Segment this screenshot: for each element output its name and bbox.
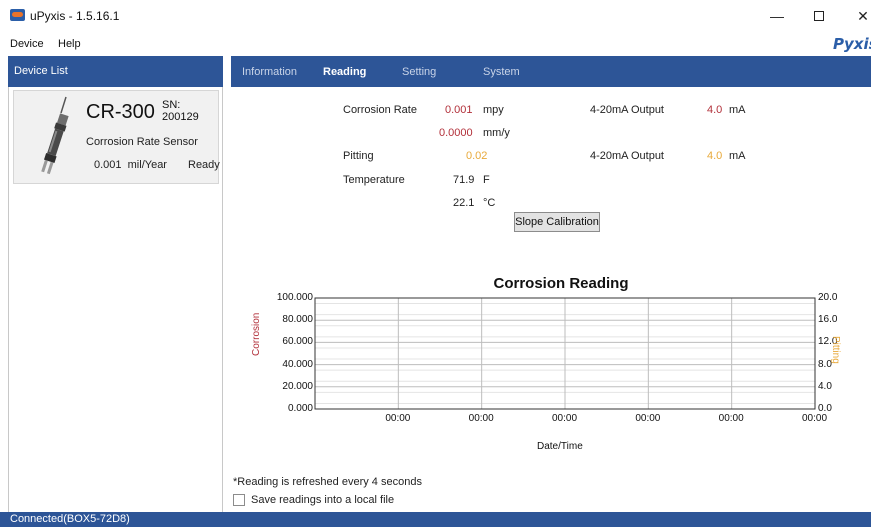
- device-type: Corrosion Rate Sensor: [86, 136, 198, 148]
- tab-bar: Information Reading Setting System: [231, 56, 871, 87]
- y2-tick-label: 20.0: [818, 292, 838, 303]
- title-bar: uPyxis - 1.5.16.1 — ✕: [0, 0, 871, 32]
- y-tick-label: 80.000: [282, 314, 313, 326]
- y2-tick-label: 16.0: [818, 314, 838, 326]
- save-readings-label[interactable]: Save readings into a local file: [251, 494, 394, 506]
- y-axis-label-pitting: Pitting: [830, 336, 841, 364]
- tab-setting[interactable]: Setting: [402, 66, 436, 78]
- tab-system[interactable]: System: [483, 66, 520, 78]
- reading-panel: Corrosion Rate 0.001 mpy 0.0000 mm/y Pit…: [231, 87, 871, 512]
- device-card[interactable]: CR-300 SN: 200129 Corrosion Rate Sensor …: [13, 90, 220, 184]
- x-tick-label: 00:00: [552, 413, 578, 424]
- x-axis-label: Date/Time: [537, 441, 583, 452]
- status-bar: Connected(BOX5-72D8): [0, 512, 871, 527]
- maximize-button[interactable]: [804, 6, 834, 26]
- tab-reading[interactable]: Reading: [323, 66, 366, 78]
- y-axis-label-corrosion: Corrosion: [251, 312, 262, 356]
- tab-information[interactable]: Information: [242, 66, 297, 78]
- x-tick-label: 00:00: [385, 413, 411, 424]
- device-list-header: Device List: [8, 56, 223, 87]
- device-reading: 0.001 mil/Year: [94, 159, 167, 171]
- y-tick-label: 100.000: [276, 292, 313, 303]
- corrosion-chart: [314, 297, 816, 410]
- y-tick-label: 40.000: [282, 358, 313, 370]
- x-tick-label: 00:00: [468, 413, 494, 424]
- menu-bar: Device Help Pyxis: [0, 32, 871, 56]
- save-readings-checkbox[interactable]: [233, 494, 245, 506]
- x-tick-label: 00:00: [802, 413, 828, 424]
- y-tick-label: 0.000: [287, 403, 313, 414]
- y2-tick-label: 4.0: [818, 380, 832, 392]
- menu-help[interactable]: Help: [58, 38, 81, 50]
- device-status: Ready: [188, 159, 220, 171]
- y-tick-label: 20.000: [282, 380, 313, 392]
- probe-sensor-icon: [41, 96, 69, 175]
- device-list-panel: CR-300 SN: 200129 Corrosion Rate Sensor …: [8, 87, 223, 512]
- window-title: uPyxis - 1.5.16.1: [30, 9, 120, 23]
- close-button[interactable]: ✕: [848, 6, 871, 26]
- app-logo-icon: [10, 9, 25, 21]
- minimize-button[interactable]: —: [762, 6, 792, 26]
- menu-device[interactable]: Device: [10, 38, 44, 50]
- device-model: CR-300: [86, 101, 155, 123]
- maximize-icon: [814, 11, 824, 21]
- brand-logo: Pyxis: [833, 35, 871, 53]
- refresh-note: *Reading is refreshed every 4 seconds: [233, 476, 422, 488]
- y-tick-label: 60.000: [282, 336, 313, 348]
- x-tick-label: 00:00: [635, 413, 661, 424]
- device-serial: SN: 200129: [162, 99, 199, 123]
- x-tick-label: 00:00: [718, 413, 744, 424]
